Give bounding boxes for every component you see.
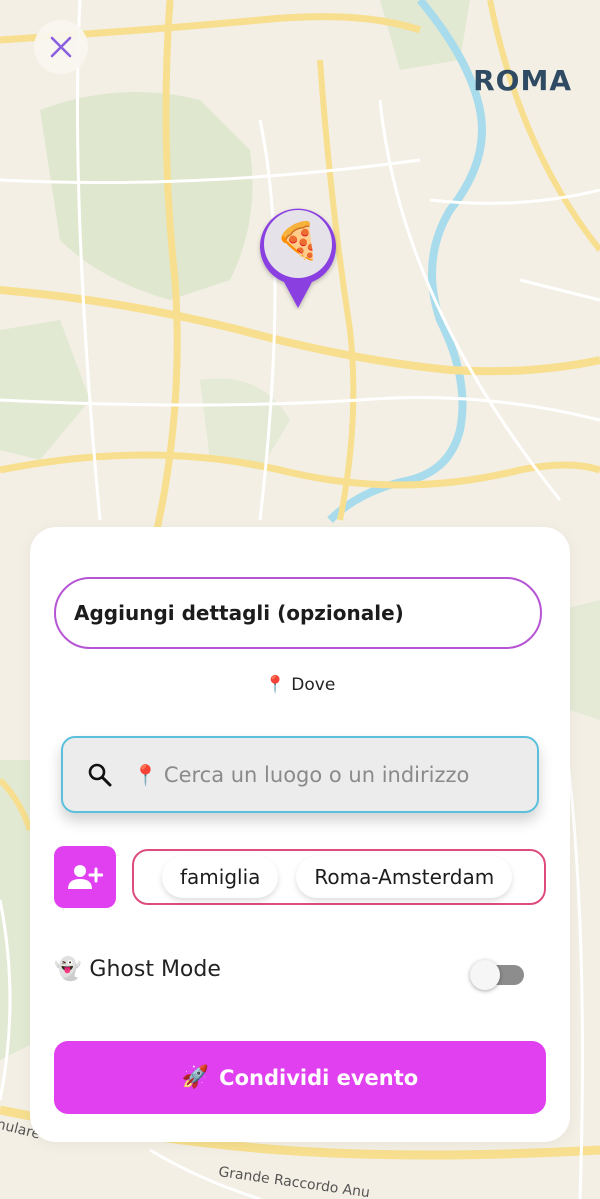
ghost-mode-label: Ghost Mode [89,957,221,982]
add-user-icon [68,865,103,889]
event-location-pin[interactable]: 🍕 [256,202,344,310]
search-placeholder-text: Cerca un luogo o un indirizzo [163,762,470,787]
group-chip-famiglia[interactable]: famiglia [162,856,279,898]
share-event-label: Condividi evento [219,1065,419,1090]
location-pin-icon: 📍 [264,675,286,695]
search-placeholder: 📍 Cerca un luogo o un indirizzo [133,763,469,787]
close-icon [50,36,72,58]
group-chip-roma-amsterdam[interactable]: Roma-Amsterdam [296,856,513,898]
rocket-icon: 🚀 [181,1065,210,1090]
event-sheet: Aggiungi dettagli (opzionale) 📍 Dove 📍 Ce… [30,527,570,1142]
location-pin-icon: 📍 [133,762,158,787]
where-label: 📍 Dove [30,675,570,695]
city-label: ROMA [473,64,572,97]
close-button[interactable] [34,20,88,74]
groups-selector: famiglia Roma-Amsterdam [132,849,546,905]
toggle-knob [470,960,500,990]
place-search-input[interactable]: 📍 Cerca un luogo o un indirizzo [61,736,539,813]
pizza-icon: 🍕 [275,221,321,262]
ghost-icon: 👻 [54,957,82,982]
add-user-button[interactable] [54,846,116,908]
ghost-mode-toggle[interactable] [470,960,526,990]
details-placeholder: Aggiungi dettagli (opzionale) [74,601,404,625]
search-icon [87,762,113,788]
share-event-button[interactable]: 🚀 Condividi evento [54,1041,546,1114]
where-label-text: Dove [291,675,336,695]
ghost-mode-row: 👻 Ghost Mode [54,957,221,982]
details-input[interactable]: Aggiungi dettagli (opzionale) [54,577,542,649]
